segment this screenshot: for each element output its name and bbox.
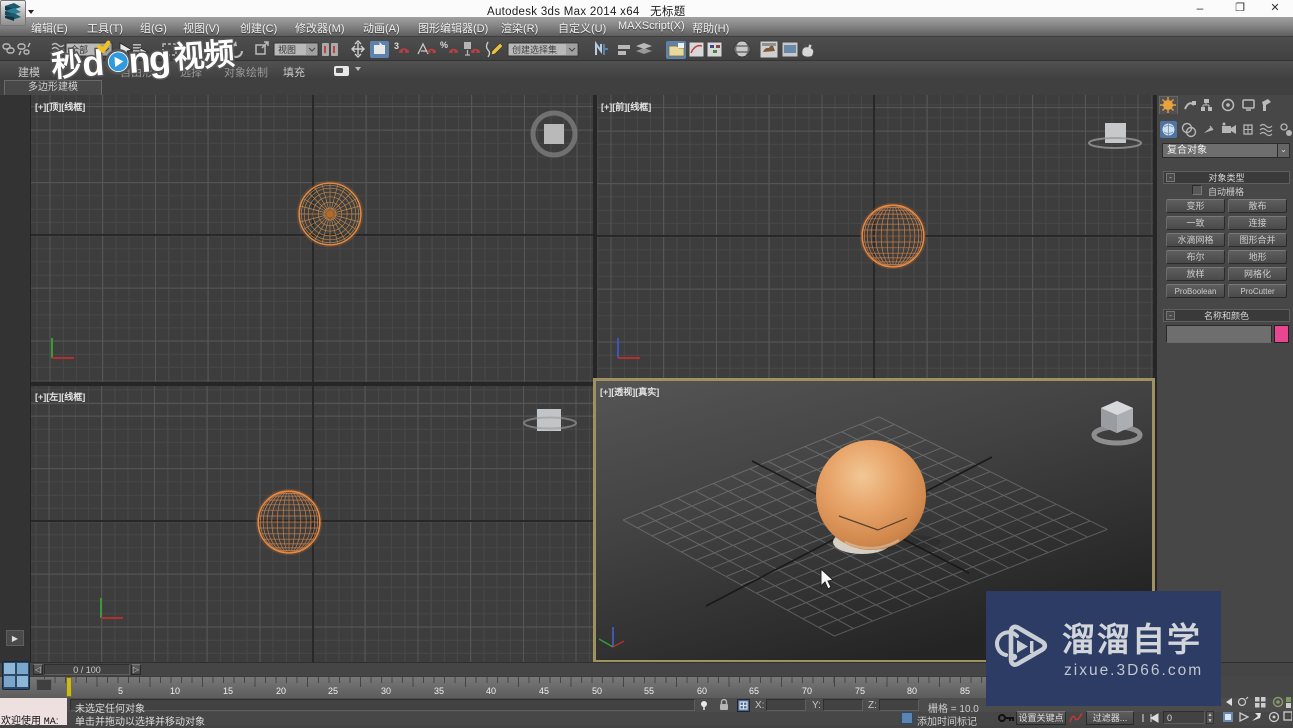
svg-text:3: 3	[394, 41, 399, 51]
svg-text:视频: 视频	[173, 36, 236, 75]
svg-text:视图: 视图	[278, 44, 296, 55]
svg-text:创建选择集: 创建选择集	[512, 44, 557, 55]
svg-text:%: %	[440, 40, 448, 50]
svg-text:ng: ng	[127, 37, 170, 81]
svg-text:溜溜自学: 溜溜自学	[1062, 621, 1202, 658]
svg-text:zixue.3D66.com: zixue.3D66.com	[1064, 662, 1203, 679]
svg-text:秒: 秒	[50, 47, 83, 84]
